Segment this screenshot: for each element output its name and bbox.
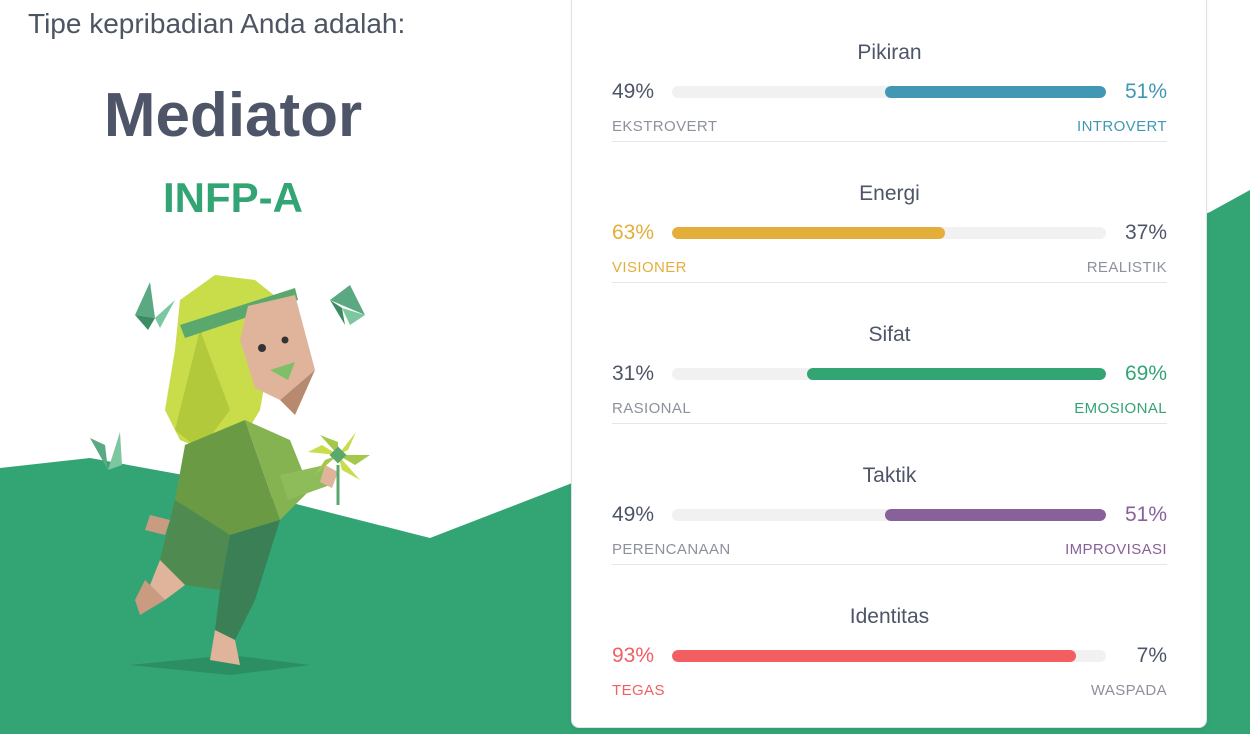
trait-bar-fill	[806, 368, 1106, 380]
trait-left-percent: 93%	[612, 644, 655, 667]
trait-title: Energi	[859, 182, 920, 205]
trait-tactics: Taktik 49% 51% PERENCANAAN IMPROVISASI	[612, 424, 1167, 565]
trait-right-percent: 69%	[1124, 362, 1167, 385]
butterfly-icon	[330, 285, 365, 325]
trait-right-percent: 51%	[1124, 80, 1167, 103]
trait-left-label: TEGAS	[612, 682, 665, 699]
trait-bar-fill	[884, 86, 1106, 98]
trait-energy: Energi 63% 37% VISIONER REALISTIK	[612, 142, 1167, 283]
trait-left-percent: 31%	[612, 362, 655, 385]
trait-nature: Sifat 31% 69% RASIONAL EMOSIONAL	[612, 283, 1167, 424]
mediator-illustration	[90, 275, 370, 675]
trait-right-percent: 37%	[1124, 221, 1167, 244]
trait-bar-fill	[672, 227, 946, 239]
trait-left-label: VISIONER	[612, 259, 687, 276]
trait-right-label: WASPADA	[1090, 682, 1167, 699]
intro-text: Tipe kepribadian Anda adalah:	[28, 8, 406, 39]
personality-type-name: Mediator	[103, 81, 363, 150]
trait-title: Sifat	[868, 323, 911, 346]
trait-left-label: RASIONAL	[612, 400, 692, 417]
trait-bar-track	[672, 86, 1106, 98]
trait-right-percent: 7%	[1136, 644, 1167, 667]
trait-right-label: IMPROVISASI	[1065, 541, 1167, 558]
trait-left-percent: 63%	[612, 221, 655, 244]
butterfly-icon	[90, 432, 122, 470]
trait-title: Pikiran	[857, 41, 922, 64]
trait-right-label: REALISTIK	[1086, 259, 1167, 276]
personality-type-code: INFP-A	[163, 174, 303, 221]
trait-title: Identitas	[849, 605, 930, 628]
trait-identity: Identitas 93% 7% TEGAS WASPADA	[612, 565, 1167, 706]
trait-bar-track	[672, 227, 1106, 239]
trait-title: Taktik	[862, 464, 917, 487]
trait-bar-fill	[672, 650, 1076, 662]
trait-right-label: INTROVERT	[1077, 118, 1167, 135]
butterfly-icon	[135, 282, 175, 330]
trait-bar-fill	[884, 509, 1106, 521]
trait-bar-track	[672, 368, 1106, 380]
trait-right-percent: 51%	[1124, 503, 1167, 526]
trait-bar-track	[672, 509, 1106, 521]
trait-left-percent: 49%	[612, 503, 655, 526]
trait-left-label: PERENCANAAN	[612, 541, 731, 558]
trait-mind: Pikiran 49% 51% EKSTROVERT INTROVERT	[612, 1, 1167, 142]
trait-bar-track	[672, 650, 1106, 662]
trait-left-label: EKSTROVERT	[612, 118, 718, 135]
trait-left-percent: 49%	[612, 80, 655, 103]
traits-card: Pikiran 49% 51% EKSTROVERT INTROVERT Ene…	[571, 0, 1207, 728]
trait-right-label: EMOSIONAL	[1074, 400, 1167, 417]
